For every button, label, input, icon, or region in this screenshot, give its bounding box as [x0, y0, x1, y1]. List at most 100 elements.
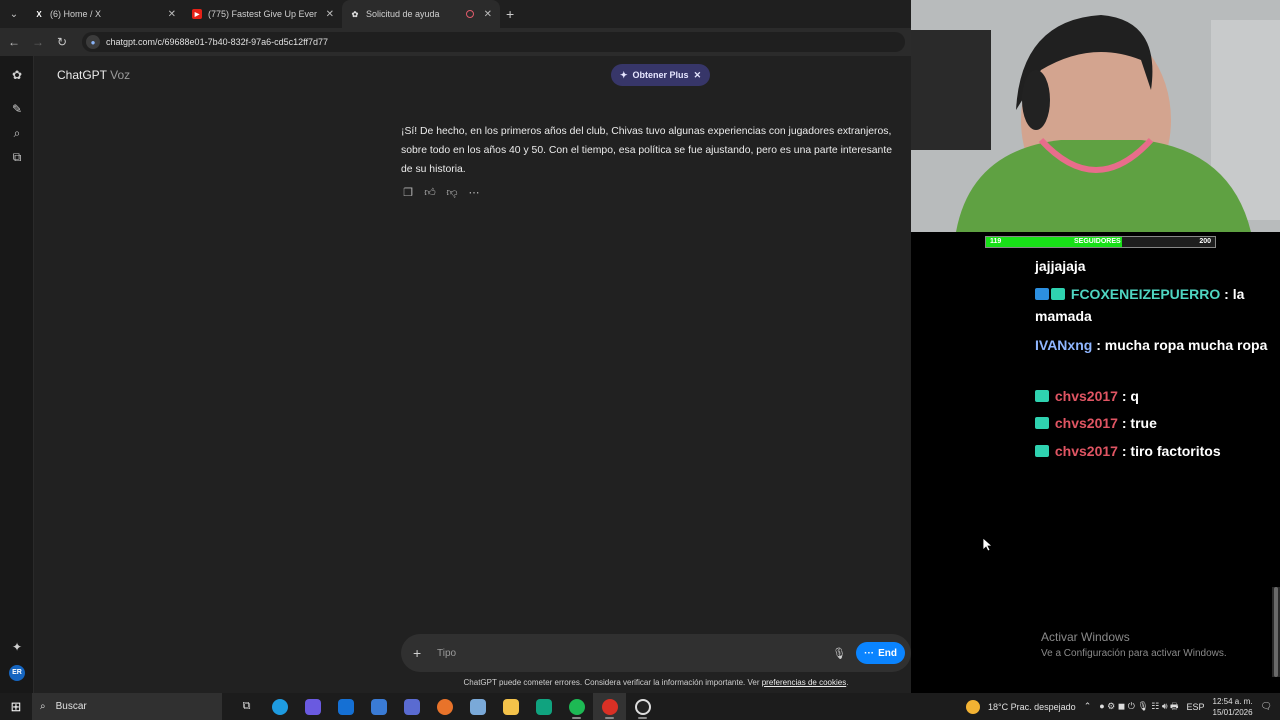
cursor-shape	[982, 537, 994, 552]
new-tab-icon[interactable]: +	[506, 6, 514, 22]
chat-username: IVANxng	[1035, 337, 1093, 353]
taskbar-apps: ⧉	[230, 693, 659, 720]
forward-icon[interactable]: →	[26, 35, 50, 49]
tab-title: (775) Fastest Give Up Ever 😮😮	[208, 8, 320, 19]
close-tab-icon[interactable]: ✕	[168, 9, 176, 20]
copy-icon[interactable]: ❐	[401, 186, 415, 199]
webcam-feed	[911, 0, 1280, 232]
microphone-icon[interactable]: 🎙︎	[832, 647, 846, 660]
close-tab-icon[interactable]: ✕	[326, 9, 334, 20]
thumbs-down-icon[interactable]: 👎︎	[445, 186, 459, 199]
file-explorer-icon[interactable]	[494, 693, 527, 720]
chatgpt-app-icon[interactable]	[527, 693, 560, 720]
taskbar-search[interactable]: ⌕ Buscar	[32, 693, 222, 720]
weather-text[interactable]: 18°C Prac. despejado	[988, 702, 1076, 712]
task-view-icon[interactable]: ⧉	[230, 693, 263, 720]
followers-goal: 200	[1199, 238, 1211, 245]
followers-current: 119	[990, 238, 1002, 245]
address-bar[interactable]: ● chatgpt.com/c/69688e01-7b40-832f-97a6-…	[82, 32, 905, 52]
cookie-preferences-link[interactable]: preferencias de cookies	[762, 678, 847, 687]
clock-time: 12:54 a. m.	[1212, 696, 1253, 706]
clock[interactable]: 12:54 a. m. 15/01/2026	[1213, 696, 1253, 718]
search-label: Buscar	[55, 701, 87, 712]
sidebar-rail: ✿ ✎ ⌕ ⧉ ✦ ER	[0, 56, 34, 693]
prompt-input[interactable]: Tipo	[437, 648, 832, 659]
end-voice-button[interactable]: ··· End	[856, 642, 905, 664]
spotify-icon[interactable]	[560, 693, 593, 720]
back-icon[interactable]: ←	[2, 35, 26, 49]
close-tab-icon[interactable]: ✕	[484, 9, 492, 20]
scrollbar[interactable]	[1272, 587, 1280, 677]
store-icon[interactable]	[362, 693, 395, 720]
followers-label: SEGUIDORES	[1074, 238, 1121, 245]
x-logo-icon: X	[36, 9, 42, 19]
stream-overlay: 119 SEGUIDORES 200 jajjajaja FCOXENEIZEP…	[911, 232, 1280, 693]
system-tray: 18°C Prac. despejado ⌃ ● ⚙ ◼ ⏻ 🎙︎ ☷ 🔊︎ 🖶…	[966, 693, 1280, 720]
notepad-icon[interactable]	[461, 693, 494, 720]
end-label: End	[878, 647, 897, 659]
chat-text: mucha ropa mucha ropa	[1104, 337, 1268, 353]
chat-separator: :	[1224, 286, 1233, 302]
add-attachment-icon[interactable]: +	[413, 645, 429, 661]
url-text: chatgpt.com/c/69688e01-7b40-832f-97a6-cd…	[106, 37, 328, 47]
edge-icon[interactable]	[263, 693, 296, 720]
chat-username: chvs2017	[1054, 415, 1118, 431]
more-options-icon[interactable]: ⋯	[467, 186, 481, 199]
microphone-permission-icon[interactable]: ●	[86, 35, 100, 49]
notifications-icon[interactable]: 🗨︎	[1261, 701, 1272, 712]
windows-start-icon[interactable]: ⊞	[0, 699, 32, 715]
tray-app-icons[interactable]: ● ⚙ ◼ ⏻ 🎙︎ ☷ 🔊︎ 🖶	[1099, 699, 1178, 715]
library-icon[interactable]: ⧉	[9, 149, 25, 165]
tab-youtube[interactable]: ▶ (775) Fastest Give Up Ever 😮😮 ✕	[184, 0, 342, 28]
webcam-image	[911, 0, 1280, 232]
disclaimer: ChatGPT puede cometer errores. Considera…	[401, 678, 911, 687]
obs-icon[interactable]	[626, 693, 659, 720]
sparkle-icon[interactable]: ✦	[9, 639, 25, 655]
chatgpt-logo-icon[interactable]: ✿	[9, 67, 25, 83]
tab-chatgpt[interactable]: ✿ Solicitud de ayuda ✕	[342, 0, 500, 28]
reload-icon[interactable]: ↻	[50, 35, 74, 49]
avatar[interactable]: ER	[9, 665, 25, 681]
voice-wave-icon: ···	[864, 647, 875, 659]
page-title[interactable]: ChatGPT Voz	[57, 68, 130, 82]
tab-x-home[interactable]: X (6) Home / X ✕	[26, 0, 184, 28]
scrollbar-thumb[interactable]	[1274, 587, 1278, 677]
chat-message: FCOXENEIZEPUERRO : la mamada	[1035, 283, 1275, 327]
browser-tabstrip: ⌄ X (6) Home / X ✕ ▶ (775) Fastest Give …	[0, 0, 911, 28]
new-chat-icon[interactable]: ✎	[9, 101, 25, 117]
subscriber-badge-icon	[1035, 390, 1049, 402]
outlook-icon[interactable]	[329, 693, 362, 720]
windows-taskbar: ⊞ ⌕ Buscar ⧉ 18°C Prac. despejado ⌃ ● ⚙ …	[0, 693, 1280, 720]
activation-title: Activar Windows	[1041, 630, 1130, 644]
firefox-icon[interactable]	[428, 693, 461, 720]
disclaimer-period: .	[846, 678, 849, 687]
chat-text: tiro factoritos	[1130, 443, 1221, 459]
snipping-tool-icon[interactable]	[395, 693, 428, 720]
recording-icon	[465, 10, 474, 18]
get-plus-button[interactable]: ✦ Obtener Plus ✕	[611, 64, 711, 86]
screen: ⌄ X (6) Home / X ✕ ▶ (775) Fastest Give …	[0, 0, 1280, 720]
tab-title: (6) Home / X	[50, 9, 102, 19]
close-icon[interactable]: ✕	[694, 70, 702, 81]
chat-separator: :	[1096, 337, 1105, 353]
copilot-icon[interactable]	[296, 693, 329, 720]
search-icon[interactable]: ⌕	[9, 125, 25, 141]
youtube-icon: ▶	[192, 9, 202, 19]
language-indicator[interactable]: ESP	[1187, 702, 1205, 712]
tray-overflow-icon[interactable]: ⌃	[1084, 701, 1092, 712]
chatgpt-app: ✿ ✎ ⌕ ⧉ ✦ ER ChatGPT Voz ✦ Obtener Plus …	[0, 56, 911, 693]
windows-activation-watermark: Activar Windows Ve a Configuración para …	[1041, 630, 1227, 659]
weather-icon[interactable]	[966, 699, 981, 714]
tab-search-menu-icon[interactable]: ⌄	[2, 3, 26, 25]
activation-subtitle: Ve a Configuración para activar Windows.	[1041, 648, 1227, 659]
chat-message: chvs2017 : tiro factoritos	[1035, 440, 1221, 462]
chat-text: jajjajaja	[1035, 258, 1086, 274]
chrome-icon[interactable]	[593, 693, 626, 720]
thumbs-up-icon[interactable]: 👍︎	[423, 186, 437, 199]
chat-message: chvs2017 : true	[1035, 412, 1157, 434]
chat-username: chvs2017	[1054, 388, 1118, 404]
subscriber-badge-icon	[1035, 417, 1049, 429]
disclaimer-text: ChatGPT puede cometer errores. Considera…	[463, 678, 760, 687]
browser-toolbar: ← → ↻ ● chatgpt.com/c/69688e01-7b40-832f…	[0, 28, 911, 56]
composer: + Tipo 🎙︎ ··· End	[401, 634, 911, 672]
